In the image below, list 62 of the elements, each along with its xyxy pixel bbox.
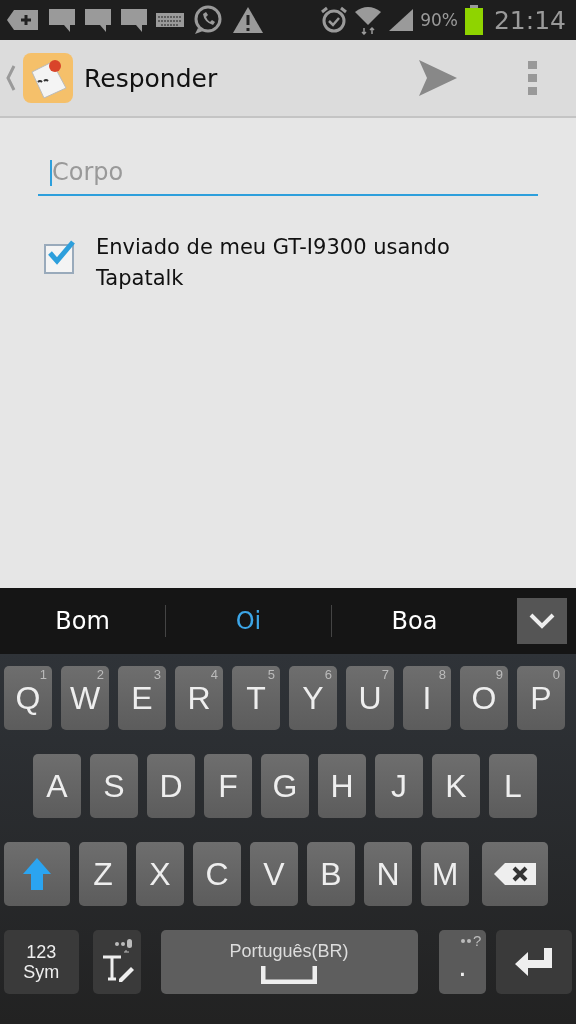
message-icon bbox=[84, 7, 112, 33]
letter-key[interactable]: O 9 bbox=[460, 666, 508, 730]
battery-icon bbox=[463, 5, 484, 35]
period-key[interactable]: ? . bbox=[438, 930, 487, 994]
letter-key[interactable]: J bbox=[375, 754, 423, 818]
clock-time: 21:14 bbox=[493, 5, 566, 35]
keyboard-icon bbox=[156, 13, 184, 27]
letter-key[interactable]: K bbox=[432, 754, 480, 818]
overflow-menu-icon[interactable] bbox=[528, 61, 538, 95]
letter-key[interactable]: V bbox=[250, 842, 298, 906]
message-icon bbox=[48, 7, 76, 33]
add-notification-icon bbox=[6, 8, 40, 32]
screen-title: Responder bbox=[84, 63, 218, 93]
suggestion-word[interactable]: Bom bbox=[0, 607, 165, 635]
up-arrow-icon bbox=[22, 857, 52, 891]
enter-key[interactable] bbox=[496, 930, 572, 994]
letter-key[interactable]: D bbox=[147, 754, 195, 818]
letter-key[interactable]: B bbox=[307, 842, 355, 906]
signature-label: Enviado de meu GT-I9300 usando Tapatalk bbox=[96, 234, 451, 292]
chevron-down-icon bbox=[529, 613, 555, 629]
letter-key[interactable]: I 8 bbox=[403, 666, 451, 730]
letter-key[interactable]: R 4 bbox=[175, 666, 223, 730]
letter-key[interactable]: T 5 bbox=[232, 666, 280, 730]
space-bar-icon bbox=[261, 965, 317, 984]
letter-key[interactable]: M bbox=[421, 842, 469, 906]
letter-key[interactable]: P 0 bbox=[517, 666, 565, 730]
letter-key[interactable]: L bbox=[489, 754, 537, 818]
handwriting-key[interactable] bbox=[92, 930, 141, 994]
letter-key[interactable]: S bbox=[90, 754, 138, 818]
letter-key[interactable]: H bbox=[318, 754, 366, 818]
app-icon[interactable] bbox=[22, 52, 74, 104]
letter-key[interactable]: Z bbox=[79, 842, 127, 906]
letter-key[interactable]: X bbox=[136, 842, 184, 906]
wifi-icon bbox=[354, 5, 383, 35]
backspace-icon bbox=[493, 862, 537, 886]
send-icon[interactable] bbox=[418, 59, 458, 97]
suggestion-word[interactable]: Oi bbox=[166, 607, 331, 635]
back-caret-icon[interactable] bbox=[6, 65, 16, 91]
signal-icon bbox=[388, 8, 415, 32]
body-input-field[interactable]: Corpo bbox=[38, 150, 538, 196]
letter-key[interactable]: Y 6 bbox=[289, 666, 337, 730]
letter-key[interactable]: G bbox=[261, 754, 309, 818]
suggestion-word[interactable]: Boa bbox=[332, 607, 497, 635]
letter-key[interactable]: Q 1 bbox=[4, 666, 52, 730]
letter-key[interactable]: F bbox=[204, 754, 252, 818]
letter-key[interactable]: N bbox=[364, 842, 412, 906]
shift-key[interactable] bbox=[4, 842, 70, 906]
letter-key[interactable]: C bbox=[193, 842, 241, 906]
alarm-icon bbox=[320, 6, 349, 34]
symbols-key[interactable]: 123 Sym bbox=[4, 930, 79, 994]
letter-key[interactable]: U 7 bbox=[346, 666, 394, 730]
message-icon bbox=[120, 7, 148, 33]
space-key[interactable]: Português(BR) bbox=[160, 930, 418, 994]
return-arrow-icon bbox=[514, 946, 555, 978]
expand-suggestions-button[interactable] bbox=[517, 598, 567, 644]
letter-key[interactable]: A bbox=[33, 754, 81, 818]
letter-key[interactable]: E 3 bbox=[118, 666, 166, 730]
chat-bubble-icon bbox=[192, 4, 224, 36]
backspace-key[interactable] bbox=[482, 842, 548, 906]
battery-percentage: 90% bbox=[420, 10, 458, 30]
warning-icon bbox=[232, 6, 264, 34]
letter-key[interactable]: W 2 bbox=[61, 666, 109, 730]
